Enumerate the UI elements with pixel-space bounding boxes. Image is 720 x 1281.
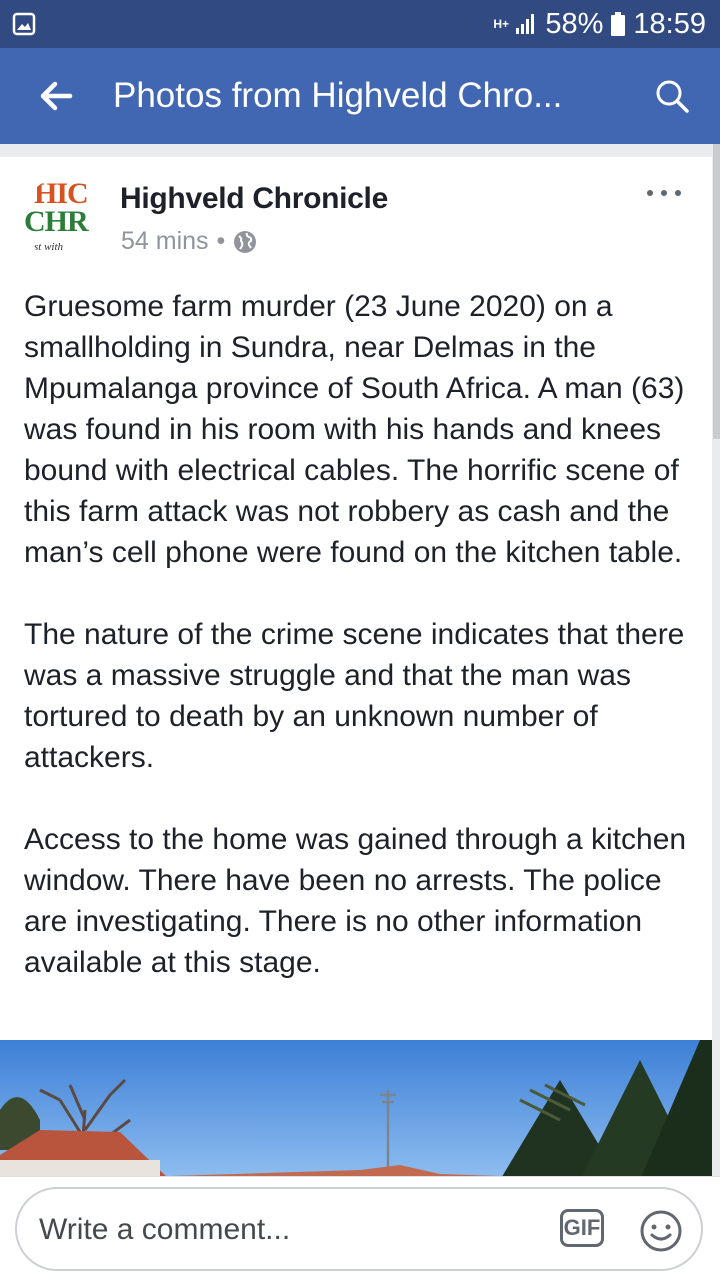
app-bar: Photos from Highveld Chro...: [0, 48, 720, 144]
more-options-icon[interactable]: [644, 183, 684, 203]
comment-placeholder: Write a comment...: [39, 1213, 291, 1246]
clock: 18:59: [633, 7, 706, 40]
gallery-icon: [12, 12, 36, 36]
back-arrow-icon[interactable]: [36, 76, 76, 116]
gif-button[interactable]: GIF: [560, 1209, 604, 1247]
logo-text-bottom: st with: [34, 241, 64, 253]
post-paragraph: Access to the home was gained through a …: [24, 823, 687, 979]
page-avatar-logo[interactable]: HIC CHR st with: [22, 177, 106, 261]
post-meta: 54 mins •: [121, 227, 257, 256]
page-title: Photos from Highveld Chro...: [113, 76, 563, 115]
comment-input[interactable]: Write a comment... GIF: [15, 1187, 703, 1271]
search-icon[interactable]: [654, 78, 690, 114]
scrollbar[interactable]: [713, 144, 720, 439]
battery-percent: 58%: [545, 7, 604, 40]
post-paragraph: The nature of the crime scene indicates …: [24, 618, 685, 774]
post-card: HIC CHR st with Highveld Chronicle 54 mi…: [0, 157, 712, 1180]
post-paragraph: Gruesome farm murder (23 June 2020) on a…: [24, 290, 685, 569]
signal-icon: [516, 14, 535, 34]
post-body: Gruesome farm murder (23 June 2020) on a…: [24, 286, 704, 1024]
post-time[interactable]: 54 mins: [121, 227, 209, 256]
globe-icon: [234, 230, 257, 253]
smiley-icon[interactable]: [639, 1209, 683, 1253]
network-type: H+: [493, 16, 510, 31]
battery-icon: [611, 12, 626, 36]
post-photo[interactable]: [0, 1040, 712, 1180]
status-right: H+ 58% 18:59: [493, 0, 706, 48]
comment-bar: Write a comment... GIF: [0, 1176, 720, 1281]
status-bar: H+ 58% 18:59: [0, 0, 720, 48]
meta-separator: •: [216, 227, 226, 255]
post-author[interactable]: Highveld Chronicle: [120, 182, 388, 216]
logo-text-middle: CHR: [24, 205, 89, 238]
